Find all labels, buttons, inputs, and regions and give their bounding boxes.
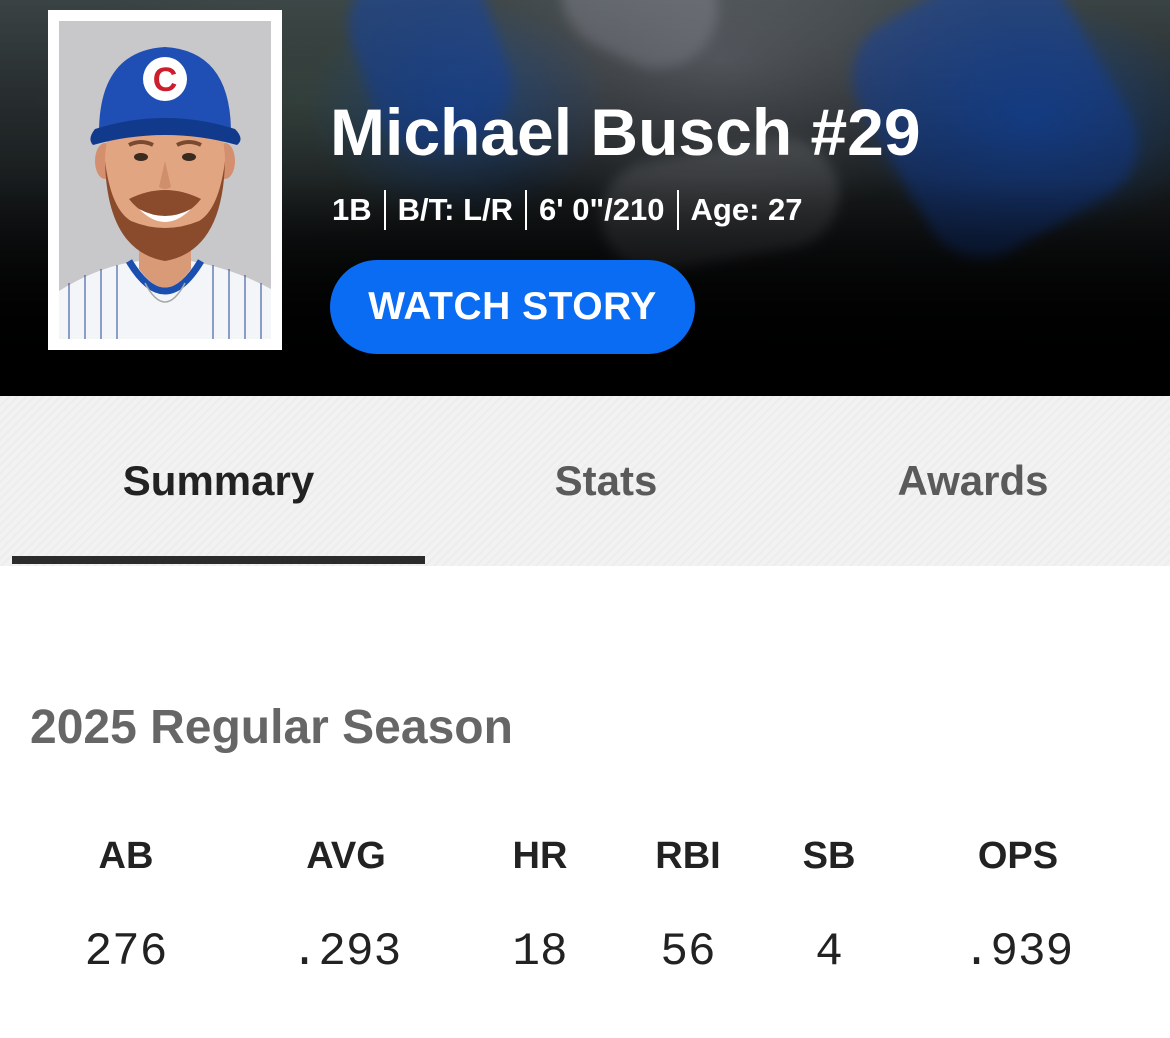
stat-avg: AVG .293 <box>246 832 446 980</box>
stat-value: 276 <box>84 926 168 978</box>
player-hero: C Michael Busch #29 1B B/T: L/R 6' 0"/21… <box>0 0 1170 396</box>
meta-divider <box>676 190 679 230</box>
stat-ab: AB 276 <box>26 832 226 980</box>
player-bats-throws: B/T: L/R <box>397 192 514 227</box>
meta-divider <box>525 190 528 230</box>
player-height-weight: 6' 0"/210 <box>539 192 665 227</box>
player-name: Michael Busch #29 <box>330 95 921 169</box>
tab-awards[interactable]: Awards <box>780 396 1166 566</box>
player-age: Age: 27 <box>690 192 803 227</box>
headshot-image: C <box>59 21 271 339</box>
player-meta: 1B B/T: L/R 6' 0"/210 Age: 27 <box>332 190 803 230</box>
tab-stats[interactable]: Stats <box>413 396 799 566</box>
season-title: 2025 Regular Season <box>30 701 513 754</box>
stat-value: .939 <box>962 926 1074 978</box>
stat-label: OPS <box>977 835 1059 877</box>
stat-value: 4 <box>815 926 843 978</box>
player-tabs: Summary Stats Awards <box>0 396 1170 566</box>
player-headshot: C <box>48 10 282 350</box>
stat-sb: SB 4 <box>729 832 929 980</box>
active-tab-indicator <box>12 556 425 564</box>
meta-divider <box>383 190 386 230</box>
stat-label: AB <box>98 835 154 877</box>
stat-ops: OPS .939 <box>918 832 1118 980</box>
player-position: 1B <box>332 192 372 227</box>
stat-label: AVG <box>306 835 386 877</box>
stat-value: .293 <box>290 926 402 978</box>
tab-summary[interactable]: Summary <box>12 396 425 566</box>
stat-label: SB <box>802 835 856 877</box>
cubs-logo-letter: C <box>153 61 178 99</box>
watch-story-button[interactable]: WATCH STORY <box>330 260 695 354</box>
player-portrait-illustration: C <box>59 21 271 339</box>
